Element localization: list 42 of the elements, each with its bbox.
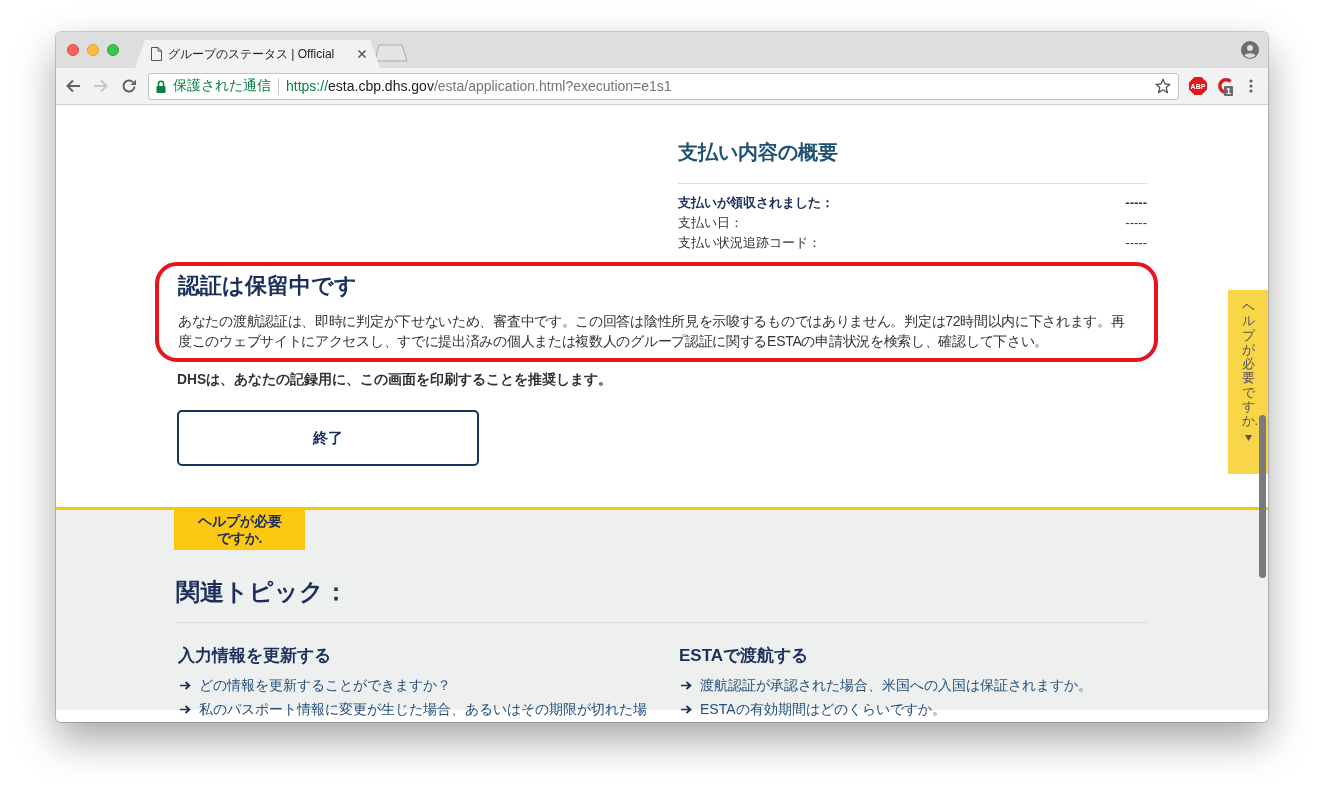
profile-icon[interactable] (1241, 41, 1259, 59)
arrow-icon (180, 704, 191, 714)
topic-heading: 入力情報を更新する (178, 645, 332, 667)
topics-heading: 関連トピック： (176, 577, 349, 607)
close-window-icon[interactable] (67, 44, 79, 56)
close-icon[interactable] (358, 50, 366, 58)
summary-value: ----- (1125, 194, 1147, 212)
notification-badge: 1 (1224, 86, 1233, 96)
scrollbar-thumb[interactable] (1259, 415, 1266, 578)
arrow-icon (681, 680, 692, 690)
print-note: DHSは、あなたの記録用に、この画面を印刷することを推奨します。 (177, 371, 614, 389)
lock-icon (156, 79, 166, 93)
security-label: 保護された通信 (173, 77, 271, 95)
topic-link[interactable]: 渡航認証が承認された場合、米国への入国は保証されますか。 (700, 676, 1092, 694)
topic-link[interactable]: 私のパスポート情報に変更が生じた場合、あるいはその期限が切れた場 (199, 700, 647, 718)
url-text: https://esta.cbp.dhs.gov/esta/application.html?execution=e1s1 (286, 78, 673, 94)
back-arrow-icon[interactable] (65, 78, 81, 94)
reload-icon[interactable] (121, 78, 137, 94)
caret-icon (1244, 434, 1252, 441)
star-icon[interactable] (1155, 78, 1171, 94)
topic-heading: ESTAで渡航する (679, 645, 810, 667)
summary-value: ----- (1125, 234, 1147, 252)
summary-heading: 支払い内容の概要 (678, 140, 839, 165)
arrow-icon (180, 680, 191, 690)
summary-label: 支払い日： (678, 214, 743, 232)
notice-heading: 認証は保留中です (178, 272, 358, 300)
zoom-window-icon[interactable] (107, 44, 119, 56)
arrow-icon (681, 704, 692, 714)
summary-value: ----- (1125, 214, 1147, 232)
summary-label: 支払いが領収されました： (678, 194, 834, 212)
help-tab[interactable]: ヘルプが必要ですか. (174, 510, 305, 550)
finish-button[interactable]: 終了 (177, 410, 479, 466)
browser-tab[interactable]: グループのステータス | Official (135, 40, 380, 68)
address-bar[interactable]: 保護された通信 https://esta.cbp.dhs.gov/esta/application.html?execution=e1s1 (148, 72, 1179, 100)
topic-link[interactable]: どの情報を更新することができますか？ (199, 676, 451, 694)
menu-icon[interactable] (1249, 79, 1253, 93)
notice-text: あなたの渡航認証は、即時に判定が下せないため、審査中です。この回答は陰性所見を示唆するものではありません。判定は72時間以内に下されます。再度このウェブサイトにアクセスし、すでに提出済みの個人または複数人のグループ認証に関するESTAの申請状況を検索し、確認して下さい。 (178, 312, 1126, 351)
summary-label: 支払い状況追跡コード： (678, 234, 821, 252)
help-side-tab[interactable]: ヘルプが必要ですか. (1228, 290, 1268, 474)
document-icon (151, 47, 162, 61)
topic-link[interactable]: ESTAの有効期間はどのくらいですか。 (700, 700, 946, 718)
tab-title: グループのステータス | Official (168, 45, 336, 63)
